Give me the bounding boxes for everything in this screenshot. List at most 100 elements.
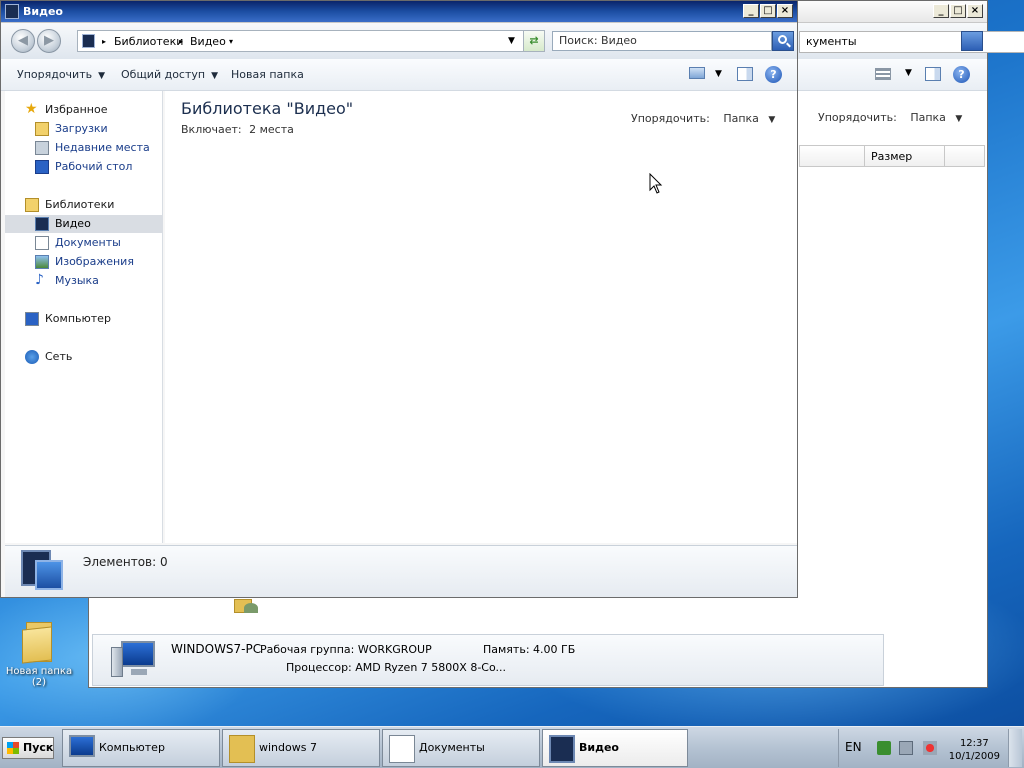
column-header-size[interactable]: Размер xyxy=(864,145,945,167)
chevron-right-icon[interactable]: ▸ xyxy=(179,37,183,46)
sidebar-item-video[interactable]: Видео xyxy=(5,215,163,233)
action-center-icon[interactable] xyxy=(877,741,891,755)
arrange-label: Упорядочить: xyxy=(631,112,710,125)
show-desktop-button[interactable] xyxy=(1008,729,1022,767)
help-icon[interactable]: ? xyxy=(953,66,970,83)
share-button[interactable]: Общий доступ ▼ xyxy=(121,68,218,81)
volume-muted-icon[interactable] xyxy=(923,741,937,755)
refresh-button[interactable]: ⇄ xyxy=(523,30,545,52)
task-label: Видео xyxy=(579,741,619,754)
sidebar-item-favorites[interactable]: ★ Избранное xyxy=(5,101,163,119)
computer-icon xyxy=(111,639,157,679)
downloads-icon xyxy=(35,122,49,136)
search-icon[interactable] xyxy=(772,31,794,51)
memory: Память: 4.00 ГБ xyxy=(483,643,576,656)
sidebar-item-images[interactable]: Изображения xyxy=(5,253,163,271)
window-title: Видео xyxy=(23,5,63,18)
close-button[interactable]: × xyxy=(777,4,793,18)
forward-button[interactable]: ▶ xyxy=(37,29,61,53)
sidebar-item-music[interactable]: ♪ Музыка xyxy=(5,272,163,290)
chevron-right-icon[interactable]: ▸ xyxy=(102,37,106,46)
folder-icon xyxy=(229,735,255,763)
network-icon[interactable] xyxy=(899,741,913,755)
sidebar-label: Рабочий стол xyxy=(55,160,133,173)
sidebar-item-recent[interactable]: Недавние места xyxy=(5,139,163,157)
language-indicator[interactable]: EN xyxy=(845,740,862,754)
chevron-down-icon[interactable]: ▼ xyxy=(508,36,515,46)
document-icon xyxy=(389,735,415,763)
chevron-down-icon[interactable]: ▼ xyxy=(905,68,912,78)
computer-icon xyxy=(25,312,39,326)
clock[interactable]: 12:37 10/1/2009 xyxy=(949,737,1000,763)
new-folder-button[interactable]: Новая папка xyxy=(231,68,304,81)
sidebar-item-computer[interactable]: Компьютер xyxy=(5,310,163,328)
view-icon[interactable] xyxy=(689,67,705,79)
content-area[interactable]: Библиотека "Видео" Включает: 2 места Упо… xyxy=(165,91,797,543)
library-includes: Включает: 2 места xyxy=(181,123,294,136)
chevron-down-icon[interactable]: ▾ xyxy=(229,37,233,46)
sidebar-label: Избранное xyxy=(45,103,108,116)
search-input[interactable]: Поиск: Видео xyxy=(552,31,772,51)
search-placeholder: Поиск: Видео xyxy=(559,34,637,47)
chevron-down-icon[interactable]: ▼ xyxy=(715,69,722,79)
film-icon xyxy=(35,217,49,231)
desktop-icon-new-folder[interactable]: Новая папка (2) xyxy=(4,622,74,688)
sidebar-item-desktop[interactable]: Рабочий стол xyxy=(5,158,163,176)
windows-logo-icon xyxy=(7,742,19,754)
chevron-down-icon: ▼ xyxy=(768,115,776,125)
task-label: Компьютер xyxy=(99,741,165,754)
sidebar-item-downloads[interactable]: Загрузки xyxy=(5,120,163,138)
folder-icon xyxy=(234,597,264,617)
start-button[interactable]: Пуск xyxy=(2,737,54,759)
task-windows7[interactable]: windows 7 xyxy=(222,729,380,767)
sidebar-item-documents[interactable]: Документы xyxy=(5,234,163,252)
sidebar-item-network[interactable]: Сеть xyxy=(5,348,163,366)
sidebar-item-libraries[interactable]: Библиотеки xyxy=(5,196,163,214)
desktop-icon-label: Новая папка xyxy=(5,666,73,677)
sidebar-label: Изображения xyxy=(55,255,134,268)
preview-pane-icon[interactable] xyxy=(925,67,941,81)
task-documents[interactable]: Документы xyxy=(382,729,540,767)
back-search-field[interactable]: кументы xyxy=(799,31,1024,53)
maximize-button[interactable]: □ xyxy=(950,4,966,18)
video-library-icon xyxy=(21,550,65,592)
organize-label: Упорядочить xyxy=(17,68,93,81)
includes-link[interactable]: 2 места xyxy=(249,123,294,136)
minimize-button[interactable]: _ xyxy=(743,4,759,18)
navigation-pane: ★ Избранное Загрузки Недавние места Рабо… xyxy=(5,91,163,543)
search-icon[interactable] xyxy=(961,31,983,51)
mouse-cursor-icon xyxy=(649,173,663,194)
maximize-button[interactable]: □ xyxy=(760,4,776,18)
computer-icon xyxy=(69,735,95,757)
help-icon[interactable]: ? xyxy=(765,66,782,83)
film-icon xyxy=(82,34,95,48)
close-button[interactable]: × xyxy=(967,4,983,18)
details-pane: Элементов: 0 xyxy=(5,545,797,597)
column-header[interactable] xyxy=(799,145,865,167)
titlebar[interactable]: Видео _ □ × xyxy=(1,1,797,23)
view-icon[interactable] xyxy=(875,68,891,80)
task-computer[interactable]: Компьютер xyxy=(62,729,220,767)
arrange-value: Папка xyxy=(910,111,946,124)
sidebar-label: Компьютер xyxy=(45,312,111,325)
taskbar: Пуск Компьютер windows 7 Документы Видео… xyxy=(0,726,1024,768)
workgroup: Рабочая группа: WORKGROUP xyxy=(260,643,432,656)
sidebar-label: Загрузки xyxy=(55,122,108,135)
library-title: Библиотека "Видео" xyxy=(181,99,354,118)
task-video[interactable]: Видео xyxy=(542,729,688,767)
video-window[interactable]: Видео _ □ × ◀ ▶ ▸ Библиотеки ▸ Видео ▾ ▼… xyxy=(0,0,798,598)
breadcrumb-video[interactable]: Видео xyxy=(190,35,226,48)
column-header[interactable] xyxy=(944,145,985,167)
desktop-icon xyxy=(35,160,49,174)
document-icon xyxy=(35,236,49,250)
minimize-button[interactable]: _ xyxy=(933,4,949,18)
computer-name: WINDOWS7-PC xyxy=(171,642,262,656)
organize-button[interactable]: Упорядочить ▼ xyxy=(17,68,105,81)
address-bar[interactable]: ▸ Библиотеки ▸ Видео ▾ ▼ xyxy=(77,30,545,52)
star-icon: ★ xyxy=(25,101,38,117)
breadcrumb-libraries[interactable]: Библиотеки xyxy=(114,35,183,48)
back-button[interactable]: ◀ xyxy=(11,29,35,53)
back-arrange[interactable]: Упорядочить: Папка ▼ xyxy=(818,111,962,124)
preview-pane-icon[interactable] xyxy=(737,67,753,81)
arrange-by[interactable]: Упорядочить: Папка ▼ xyxy=(631,112,775,125)
